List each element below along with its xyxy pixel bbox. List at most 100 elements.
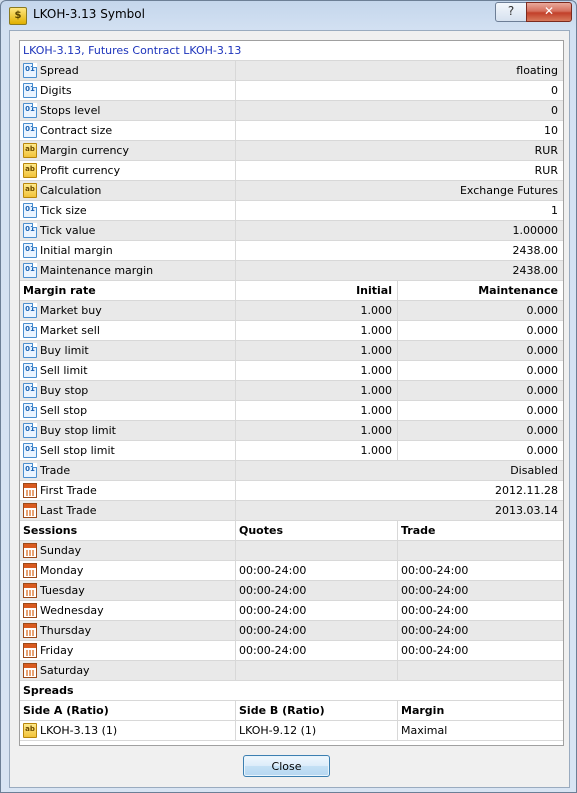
- property-value: 2438.00: [235, 261, 563, 280]
- maintenance-margin-value: 0.000: [397, 301, 563, 320]
- property-row[interactable]: Profit currency ab RUR: [20, 161, 563, 181]
- session-row[interactable]: Tuesday 00:00-24:00 00:00-24:00: [20, 581, 563, 601]
- trade-info-row[interactable]: First Trade 2012.11.28: [20, 481, 563, 501]
- trade-info-value: 2012.11.28: [235, 481, 563, 500]
- sessions-header[interactable]: Sessions Quotes Trade: [20, 521, 563, 541]
- numeric-type-icon: 01: [23, 343, 37, 358]
- window-close-button[interactable]: ✕: [526, 2, 572, 22]
- numeric-type-icon: 01: [23, 383, 37, 398]
- maintenance-margin-value: 0.000: [397, 341, 563, 360]
- numeric-type-icon: 01: [23, 223, 37, 238]
- title-bar[interactable]: $ LKOH-3.13 Symbol ? ✕: [1, 1, 576, 29]
- numeric-type-icon: 01: [23, 423, 37, 438]
- property-label: Contract size: [40, 124, 113, 137]
- calendar-icon: [23, 623, 37, 638]
- calendar-icon: [23, 503, 37, 518]
- property-row[interactable]: Spread 01 floating: [20, 61, 563, 81]
- trade-info-label: Last Trade: [40, 504, 97, 517]
- property-label: Maintenance margin: [40, 264, 154, 277]
- numeric-type-icon: 01: [23, 463, 37, 478]
- window-title: LKOH-3.13 Symbol: [33, 7, 145, 21]
- sessions-column-header: Sessions: [23, 524, 78, 537]
- property-row[interactable]: Initial margin 01 2438.00: [20, 241, 563, 261]
- margin-rate-row[interactable]: Sell stop 01 1.000 0.000: [20, 401, 563, 421]
- maintenance-margin-value: 0.000: [397, 361, 563, 380]
- initial-margin-value: 1.000: [235, 301, 397, 320]
- text-type-icon: ab: [23, 163, 37, 178]
- spreads-title-row[interactable]: Spreads: [20, 681, 563, 701]
- session-quotes: 00:00-24:00: [235, 621, 397, 640]
- symbol-description-row[interactable]: LKOH-3.13, Futures Contract LKOH-3.13: [20, 41, 563, 61]
- property-row[interactable]: Calculation ab Exchange Futures: [20, 181, 563, 201]
- margin-rate-row[interactable]: Buy stop 01 1.000 0.000: [20, 381, 563, 401]
- help-button[interactable]: ?: [495, 2, 527, 22]
- session-trade: 00:00-24:00: [397, 561, 563, 580]
- session-trade: [397, 661, 563, 680]
- margin-rate-label: Market sell: [40, 324, 100, 337]
- spread-row[interactable]: LKOH-3.13 (1) ab LKOH-9.12 (1) Maximal: [20, 721, 563, 741]
- property-row[interactable]: Tick size 01 1: [20, 201, 563, 221]
- property-value: RUR: [235, 141, 563, 160]
- property-row[interactable]: Tick value 01 1.00000: [20, 221, 563, 241]
- property-row[interactable]: Digits 01 0: [20, 81, 563, 101]
- property-row[interactable]: Margin currency ab RUR: [20, 141, 563, 161]
- margin-rate-row[interactable]: Buy stop limit 01 1.000 0.000: [20, 421, 563, 441]
- property-label: Margin currency: [40, 144, 129, 157]
- session-row[interactable]: Friday 00:00-24:00 00:00-24:00: [20, 641, 563, 661]
- maintenance-margin-value: 0.000: [397, 401, 563, 420]
- symbol-properties-grid[interactable]: LKOH-3.13, Futures Contract LKOH-3.13 Spr…: [19, 40, 564, 746]
- session-quotes: [235, 541, 397, 560]
- symbol-window: $ LKOH-3.13 Symbol ? ✕ LKOH-3.13, Future…: [0, 0, 577, 793]
- margin-rate-label: Sell stop limit: [40, 444, 115, 457]
- session-row[interactable]: Thursday 00:00-24:00 00:00-24:00: [20, 621, 563, 641]
- margin-rate-row[interactable]: Buy limit 01 1.000 0.000: [20, 341, 563, 361]
- trade-info-row[interactable]: Trade 01 Disabled: [20, 461, 563, 481]
- margin-rate-row[interactable]: Market buy 01 1.000 0.000: [20, 301, 563, 321]
- margin-rate-label: Sell limit: [40, 364, 88, 377]
- maintenance-margin-value: 0.000: [397, 421, 563, 440]
- close-button[interactable]: Close: [243, 755, 330, 777]
- session-row[interactable]: Sunday: [20, 541, 563, 561]
- session-trade: 00:00-24:00: [397, 581, 563, 600]
- spreads-header[interactable]: Side A (Ratio) Side B (Ratio) Margin: [20, 701, 563, 721]
- calendar-icon: [23, 563, 37, 578]
- numeric-type-icon: 01: [23, 243, 37, 258]
- spreads-title: Spreads: [23, 684, 74, 697]
- property-label: Stops level: [40, 104, 101, 117]
- margin-rate-row[interactable]: Sell limit 01 1.000 0.000: [20, 361, 563, 381]
- property-value: 1.00000: [235, 221, 563, 240]
- session-row[interactable]: Monday 00:00-24:00 00:00-24:00: [20, 561, 563, 581]
- numeric-type-icon: 01: [23, 363, 37, 378]
- margin-rate-row[interactable]: Market sell 01 1.000 0.000: [20, 321, 563, 341]
- property-row[interactable]: Contract size 01 10: [20, 121, 563, 141]
- numeric-type-icon: 01: [23, 203, 37, 218]
- session-row[interactable]: Wednesday 00:00-24:00 00:00-24:00: [20, 601, 563, 621]
- property-value: 10: [235, 121, 563, 140]
- margin-rate-label: Buy limit: [40, 344, 89, 357]
- numeric-type-icon: 01: [23, 123, 37, 138]
- session-trade: 00:00-24:00: [397, 641, 563, 660]
- property-label: Initial margin: [40, 244, 113, 257]
- margin-rate-column-header: Margin rate: [23, 284, 96, 297]
- property-value: 0: [235, 81, 563, 100]
- session-day: Saturday: [40, 664, 90, 677]
- property-row[interactable]: Stops level 01 0: [20, 101, 563, 121]
- session-day: Friday: [40, 644, 74, 657]
- property-value: floating: [235, 61, 563, 80]
- margin-rate-row[interactable]: Sell stop limit 01 1.000 0.000: [20, 441, 563, 461]
- margin-rate-header[interactable]: Margin rate Initial Maintenance: [20, 281, 563, 301]
- property-row[interactable]: Maintenance margin 01 2438.00: [20, 261, 563, 281]
- maintenance-margin-value: 0.000: [397, 441, 563, 460]
- initial-margin-value: 1.000: [235, 421, 397, 440]
- session-quotes: 00:00-24:00: [235, 561, 397, 580]
- session-row[interactable]: Saturday: [20, 661, 563, 681]
- symbol-app-icon: $: [9, 7, 27, 25]
- trade-info-label: First Trade: [40, 484, 97, 497]
- session-quotes: 00:00-24:00: [235, 581, 397, 600]
- session-trade: [397, 541, 563, 560]
- session-day: Wednesday: [40, 604, 104, 617]
- property-value: RUR: [235, 161, 563, 180]
- trade-info-row[interactable]: Last Trade 2013.03.14: [20, 501, 563, 521]
- side-a-column-header: Side A (Ratio): [23, 704, 109, 717]
- spread-side-b: LKOH-9.12 (1): [235, 721, 397, 740]
